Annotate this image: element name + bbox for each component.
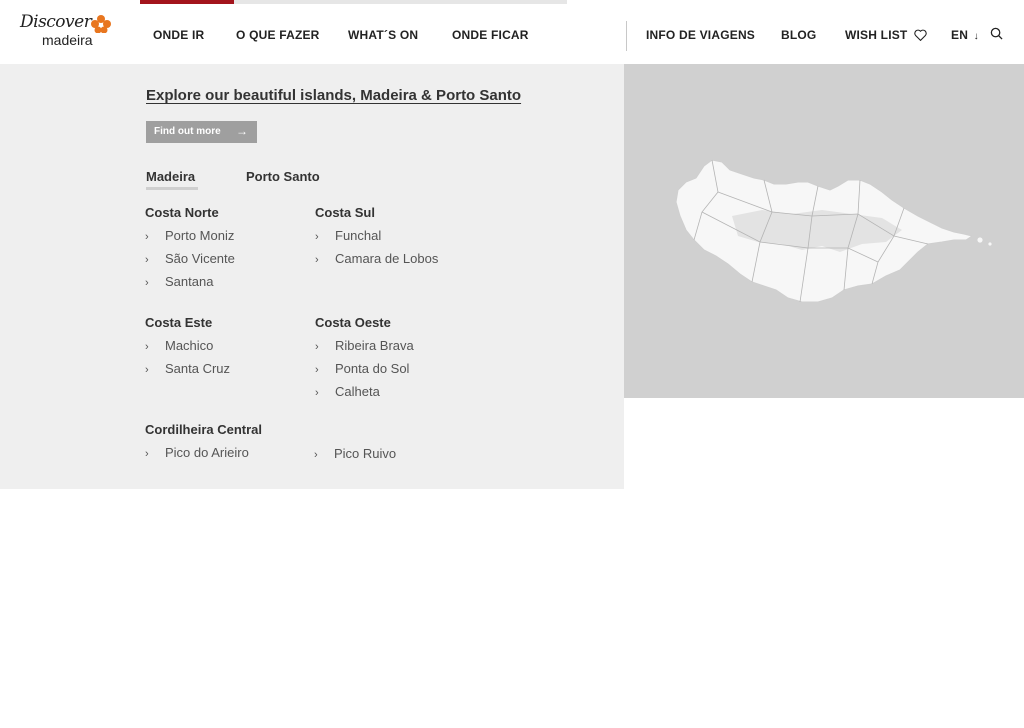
porto-santo-islets [976, 236, 993, 247]
nav-divider [626, 21, 627, 51]
chevron-right-icon: › [145, 231, 149, 243]
language-arrow-icon: ↓ [973, 31, 979, 42]
nav-wish-list[interactable]: WISH LIST [845, 28, 927, 42]
link-label: Pico Ruivo [334, 446, 397, 461]
link-sao-vicente[interactable]: › São Vicente [145, 251, 235, 266]
tab-porto-santo[interactable]: Porto Santo [246, 169, 320, 184]
flower-logo-icon [91, 15, 111, 33]
region-heading-costa-oeste: Costa Oeste [315, 315, 391, 330]
find-out-more-button[interactable]: Find out more → [146, 121, 257, 143]
language-label: EN [951, 28, 969, 42]
region-heading-costa-sul: Costa Sul [315, 205, 375, 220]
chevron-right-icon: › [145, 364, 149, 376]
region-heading-costa-este: Costa Este [145, 315, 213, 330]
nav-whats-on[interactable]: WHAT´S ON [348, 28, 418, 42]
link-label: Calheta [335, 384, 380, 399]
menu-headline[interactable]: Explore our beautiful islands, Madeira &… [146, 87, 521, 104]
link-label: Ribeira Brava [335, 338, 414, 353]
link-santa-cruz[interactable]: › Santa Cruz [145, 361, 230, 376]
madeira-island-map[interactable] [672, 152, 1002, 312]
link-label: Funchal [335, 228, 382, 243]
discover-madeira-logo[interactable]: Discover madeira [18, 12, 114, 52]
nav-onde-ir[interactable]: ONDE IR [153, 28, 204, 42]
progress-track [140, 0, 567, 4]
link-label: Porto Moniz [165, 228, 235, 243]
link-santana[interactable]: › Santana [145, 274, 213, 289]
link-ponta-do-sol[interactable]: › Ponta do Sol [315, 361, 409, 376]
link-label: São Vicente [165, 251, 235, 266]
arrow-right-icon: → [236, 124, 248, 138]
logo-word-text: madeira [42, 32, 93, 48]
chevron-right-icon: › [315, 387, 319, 399]
chevron-right-icon: › [315, 364, 319, 376]
chevron-right-icon: › [315, 254, 319, 266]
language-selector[interactable]: EN ↓ [951, 28, 979, 42]
chevron-right-icon: › [315, 341, 319, 353]
link-ribeira-brava[interactable]: › Ribeira Brava [315, 338, 414, 353]
link-calheta[interactable]: › Calheta [315, 384, 380, 399]
link-label: Santana [165, 274, 214, 289]
link-label: Pico do Arieiro [165, 445, 249, 460]
chevron-right-icon: › [145, 254, 149, 266]
chevron-right-icon: › [145, 448, 149, 460]
link-label: Ponta do Sol [335, 361, 410, 376]
top-navigation: Discover madeira ONDE IR O QUE FAZER WHA… [0, 0, 1024, 64]
link-funchal[interactable]: › Funchal [315, 228, 381, 243]
link-camara-de-lobos[interactable]: › Camara de Lobos [315, 251, 438, 266]
search-icon [990, 27, 1003, 40]
link-pico-do-arieiro[interactable]: › Pico do Arieiro [145, 445, 249, 460]
nav-info-de-viagens[interactable]: INFO DE VIAGENS [646, 28, 755, 42]
region-heading-cordilheira-central: Cordilheira Central [145, 422, 263, 437]
wish-list-label: WISH LIST [845, 28, 908, 42]
link-pico-ruivo[interactable]: › Pico Ruivo [314, 446, 396, 461]
chevron-right-icon: › [315, 231, 319, 243]
heart-icon [914, 29, 927, 42]
chevron-right-icon: › [314, 449, 318, 461]
link-label: Santa Cruz [165, 361, 231, 376]
find-out-more-label: Find out more [154, 126, 221, 137]
destinations-menu-panel [0, 64, 624, 489]
logo-script-text: Discover [20, 12, 92, 32]
nav-blog[interactable]: BLOG [781, 28, 816, 42]
nav-o-que-fazer[interactable]: O QUE FAZER [236, 28, 320, 42]
chevron-right-icon: › [145, 341, 149, 353]
link-label: Camara de Lobos [335, 251, 439, 266]
link-machico[interactable]: › Machico [145, 338, 213, 353]
link-label: Machico [165, 338, 214, 353]
nav-onde-ficar[interactable]: ONDE FICAR [452, 28, 529, 42]
active-tab-indicator [146, 187, 198, 190]
tab-madeira[interactable]: Madeira [146, 169, 195, 184]
region-heading-costa-norte: Costa Norte [145, 205, 219, 220]
search-button[interactable] [990, 27, 1003, 43]
chevron-right-icon: › [145, 277, 149, 289]
progress-fill [140, 0, 234, 4]
link-porto-moniz[interactable]: › Porto Moniz [145, 228, 234, 243]
